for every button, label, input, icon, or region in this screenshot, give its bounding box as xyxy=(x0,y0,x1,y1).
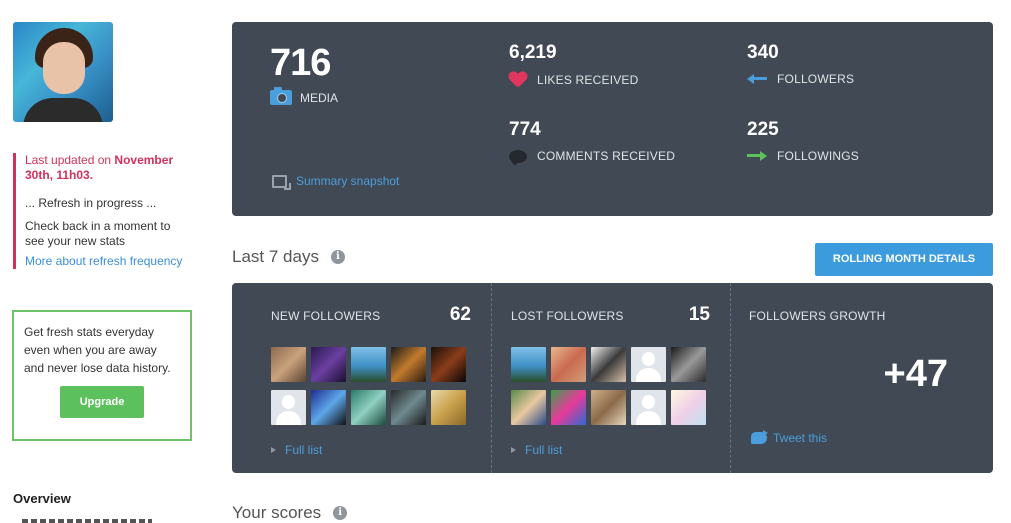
new-follower-avatar[interactable] xyxy=(431,390,466,425)
lost-followers-column: LOST FOLLOWERS 15 Full list xyxy=(491,283,730,473)
upgrade-promo: Get fresh stats everyday even when you a… xyxy=(12,310,192,441)
comment-icon xyxy=(509,149,527,166)
last-updated-text: Last updated on November 30th, 11h03. xyxy=(25,153,174,182)
lost-followers-count: 15 xyxy=(688,304,710,325)
new-followers-full-list-link[interactable]: Full list xyxy=(271,443,322,457)
lost-follower-avatar[interactable] xyxy=(671,390,706,425)
media-count: 716 xyxy=(270,42,331,84)
camera-icon xyxy=(270,87,292,105)
new-follower-avatar[interactable] xyxy=(431,347,466,382)
lost-follower-avatar[interactable] xyxy=(551,390,586,425)
followings-label: FOLLOWINGS xyxy=(777,149,860,163)
lost-follower-avatar[interactable] xyxy=(671,347,706,382)
comments-count: 774 xyxy=(509,119,541,140)
new-follower-avatar[interactable] xyxy=(271,347,306,382)
check-back-text: Check back in a moment to see your new s… xyxy=(25,219,171,248)
snapshot-icon xyxy=(272,174,291,190)
lost-follower-placeholder-avatar[interactable] xyxy=(631,347,666,382)
heart-icon xyxy=(509,72,527,88)
lost-follower-avatar[interactable] xyxy=(591,390,626,425)
followings-stat: 225 FOLLOWINGS xyxy=(747,119,859,163)
new-follower-avatar[interactable] xyxy=(391,390,426,425)
refresh-frequency-link[interactable]: More about refresh frequency xyxy=(25,254,198,269)
info-icon[interactable]: i xyxy=(330,250,345,264)
followers-label: FOLLOWERS xyxy=(777,72,855,86)
followers-stat: 340 FOLLOWERS xyxy=(747,42,854,86)
upgrade-promo-text: Get fresh stats everyday even when you a… xyxy=(24,325,171,375)
last-7-days-panel: NEW FOLLOWERS 62 Full list LOST FOLLOWER… xyxy=(232,283,993,473)
new-follower-avatar[interactable] xyxy=(391,347,426,382)
new-followers-thumbnails xyxy=(271,347,471,425)
profile-avatar[interactable] xyxy=(13,22,113,122)
likes-label: LIKES RECEIVED xyxy=(537,73,639,87)
summary-snapshot-link[interactable]: Summary snapshot xyxy=(272,174,399,190)
info-icon[interactable]: i xyxy=(333,506,348,520)
triangle-right-icon xyxy=(271,447,276,453)
followers-growth-column: FOLLOWERS GROWTH +47 Tweet this xyxy=(730,283,993,473)
media-label: MEDIA xyxy=(270,87,338,105)
new-follower-avatar[interactable] xyxy=(351,347,386,382)
upgrade-button[interactable]: Upgrade xyxy=(60,386,144,418)
last-7-days-heading: Last 7 days i xyxy=(232,247,345,267)
followers-growth-label: FOLLOWERS GROWTH xyxy=(749,309,886,323)
new-follower-avatar[interactable] xyxy=(311,390,346,425)
tweet-this-link[interactable]: Tweet this xyxy=(751,430,827,445)
your-scores-heading: Your scores i xyxy=(232,503,348,523)
likes-count: 6,219 xyxy=(509,42,557,63)
arrow-left-icon xyxy=(747,74,767,84)
summary-panel: 716 MEDIA 6,219 LIKES RECEIVED 340 FOLLO… xyxy=(232,22,993,216)
lost-follower-avatar[interactable] xyxy=(591,347,626,382)
refresh-progress-text: ... Refresh in progress ... xyxy=(25,196,157,210)
lost-follower-avatar[interactable] xyxy=(511,347,546,382)
new-followers-label: NEW FOLLOWERS xyxy=(271,309,381,323)
likes-stat: 6,219 LIKES RECEIVED xyxy=(509,42,639,88)
new-followers-count: 62 xyxy=(449,304,471,325)
lost-follower-avatar[interactable] xyxy=(551,347,586,382)
lost-followers-label: LOST FOLLOWERS xyxy=(511,309,624,323)
followers-count: 340 xyxy=(747,42,779,63)
followings-count: 225 xyxy=(747,119,779,140)
refresh-status: Last updated on November 30th, 11h03. ..… xyxy=(13,153,198,269)
new-followers-column: NEW FOLLOWERS 62 Full list xyxy=(232,283,491,473)
lost-follower-placeholder-avatar[interactable] xyxy=(631,390,666,425)
comments-label: COMMENTS RECEIVED xyxy=(537,149,676,163)
triangle-right-icon xyxy=(511,447,516,453)
nav-overview[interactable]: Overview xyxy=(13,491,71,506)
comments-stat: 774 COMMENTS RECEIVED xyxy=(509,119,676,166)
lost-followers-full-list-link[interactable]: Full list xyxy=(511,443,562,457)
twitter-bird-icon xyxy=(751,430,768,444)
nav-next-item-cropped[interactable] xyxy=(22,515,172,523)
arrow-right-icon xyxy=(747,151,767,161)
new-follower-placeholder-avatar[interactable] xyxy=(271,390,306,425)
lost-followers-thumbnails xyxy=(511,347,711,425)
new-follower-avatar[interactable] xyxy=(311,347,346,382)
new-follower-avatar[interactable] xyxy=(351,390,386,425)
avatar-shirt xyxy=(23,98,103,122)
lost-follower-avatar[interactable] xyxy=(511,390,546,425)
followers-growth-value: +47 xyxy=(883,353,948,395)
avatar-face xyxy=(43,42,85,94)
rolling-month-details-button[interactable]: ROLLING MONTH DETAILS xyxy=(815,243,993,276)
